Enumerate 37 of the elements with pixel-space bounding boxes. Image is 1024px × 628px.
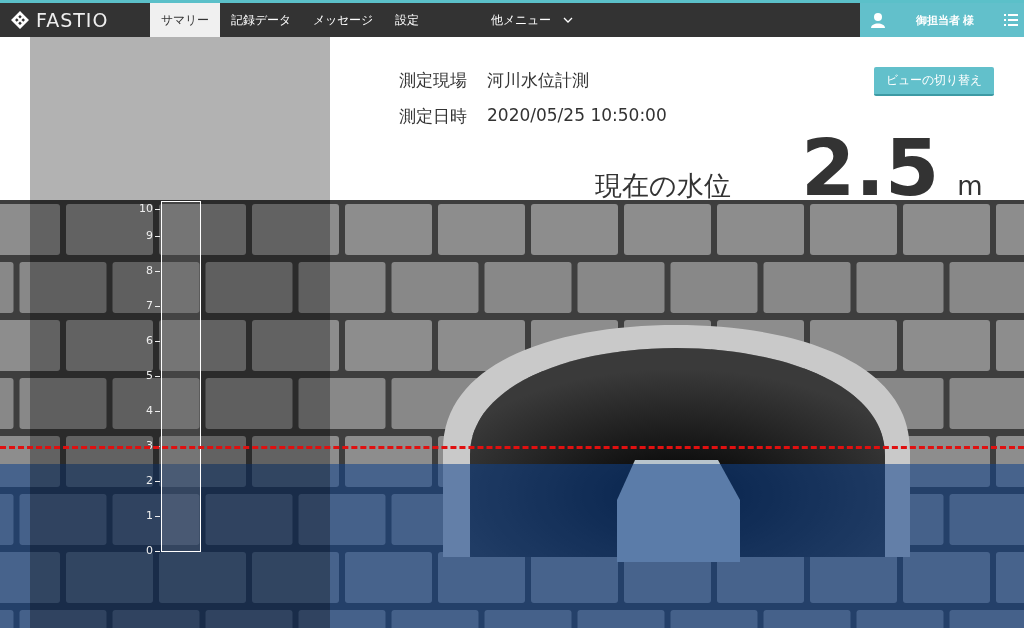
menu-icon[interactable] [1004,13,1018,27]
nav-tab[interactable]: 設定 [384,3,430,37]
field-value: 2020/05/25 10:50:00 [487,105,667,127]
tick-mark [155,340,160,342]
nav-tab[interactable]: 他メニュー [480,3,584,37]
nav-tab[interactable]: サマリー [150,3,220,37]
field-label: 測定日時 [399,105,467,128]
nav-tab[interactable]: 記録データ [220,3,302,37]
diamond-logo-icon [10,10,30,30]
gauge-tick-label: 9 [146,229,153,243]
gauge-tick-label: 7 [146,299,153,313]
water-level-value: 2.5 [801,129,940,207]
person-icon [870,12,886,28]
tick-mark [155,410,160,412]
gauge-tick-label: 8 [146,264,153,278]
nav-tab[interactable]: メッセージ [302,3,384,37]
gauge-tick-label: 4 [146,404,153,418]
tick-mark [155,375,160,377]
gauge-tick-label: 2 [146,474,153,488]
gauge-tick-label: 0 [146,544,153,558]
gauge-tick-label: 1 [146,509,153,523]
tick-mark [155,550,160,552]
tick-mark [155,235,160,237]
field-value: 河川水位計測 [487,69,589,92]
gauge-tick-label: 5 [146,369,153,383]
tick-mark [155,305,160,307]
gauge-tick-label: 10 [139,202,153,216]
tick-mark [155,480,160,482]
unit-label: m [957,171,983,201]
caret-icon [563,17,573,23]
tick-mark [155,208,160,210]
reading-label: 現在の水位 [595,169,731,203]
tick-mark [155,270,160,272]
field-label: 測定現場 [399,69,467,92]
tick-mark [155,515,160,517]
brand-logo[interactable]: FASTIO [36,9,109,31]
gauge-tick-label: 6 [146,334,153,348]
